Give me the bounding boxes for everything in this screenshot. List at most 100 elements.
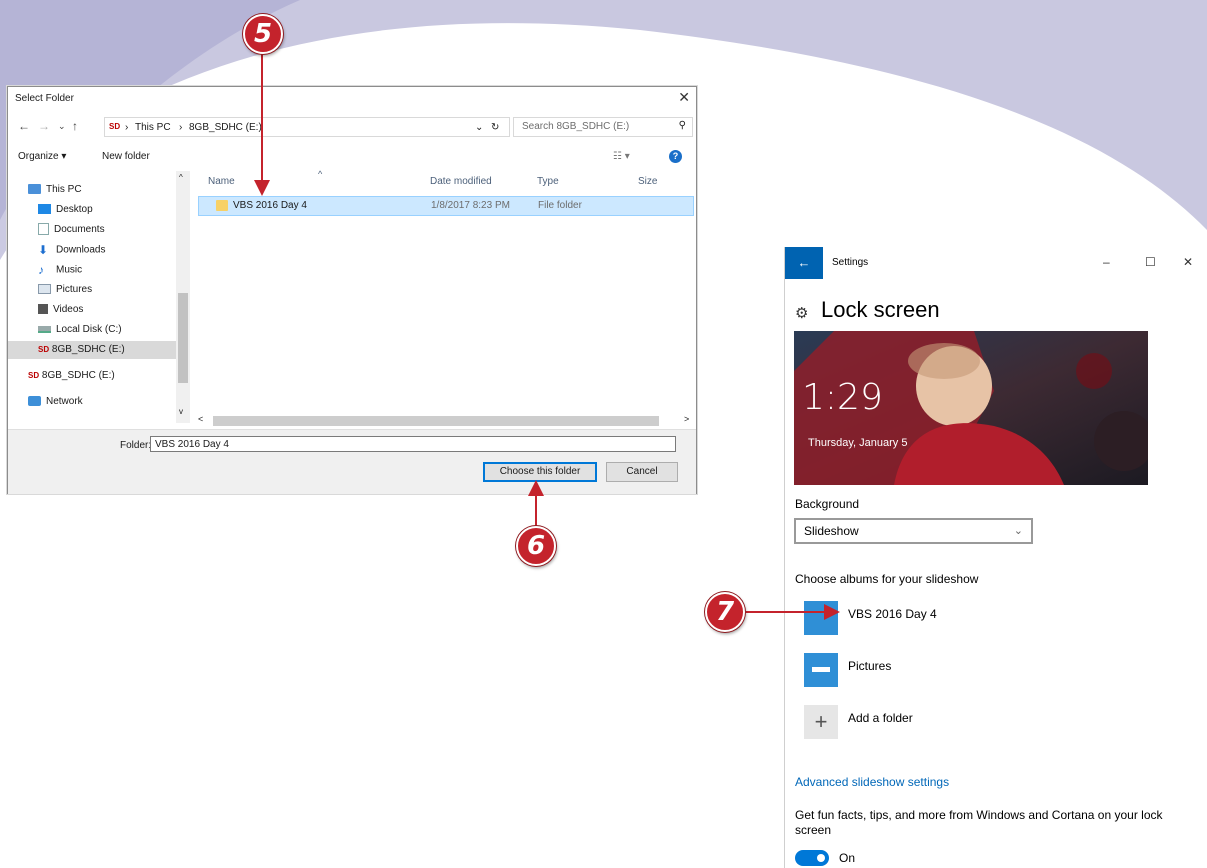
dialog-toolbar: Organize ▾ New folder ☷ ▾ ? — [8, 145, 696, 167]
album-name: Pictures — [848, 659, 892, 673]
maximize-button[interactable]: ☐ — [1145, 255, 1156, 269]
dialog-title: Select Folder — [15, 93, 74, 104]
help-icon[interactable]: ? — [669, 150, 682, 163]
downloads-icon: ⬇ — [38, 243, 49, 257]
view-options-icon[interactable]: ☷ ▾ — [613, 151, 630, 162]
nav-item-videos[interactable]: Videos — [38, 301, 188, 319]
computer-icon — [28, 184, 41, 195]
scrollbar-thumb[interactable] — [178, 293, 188, 383]
pictures-folder-icon — [804, 653, 838, 687]
refresh-icon[interactable]: ↻ — [491, 122, 499, 133]
navigation-pane: This PC Desktop Documents ⬇ Downloads ♪ Mu… — [8, 171, 190, 423]
search-placeholder: Search 8GB_SDHC (E:) — [522, 121, 630, 132]
fun-facts-toggle[interactable] — [795, 850, 829, 866]
cancel-button[interactable]: Cancel — [606, 462, 678, 482]
column-name[interactable]: Name — [208, 176, 235, 187]
nav-item-desktop[interactable]: Desktop — [38, 201, 188, 219]
up-arrow-icon[interactable]: ↑ — [72, 119, 78, 133]
local-disk-icon — [38, 325, 51, 333]
breadcrumb-separator: › — [125, 122, 129, 133]
back-arrow-icon[interactable]: ← — [18, 119, 30, 133]
nav-item-sd-card-selected[interactable]: SD 8GB_SDHC (E:) — [8, 341, 176, 359]
dialog-close-button[interactable]: ✕ — [678, 89, 690, 106]
nav-item-sd-card[interactable]: SD 8GB_SDHC (E:) — [28, 367, 178, 385]
folder-name-input[interactable]: VBS 2016 Day 4 — [150, 436, 676, 452]
sd-card-icon: SD — [28, 370, 40, 380]
file-list-hscrollbar[interactable]: < > — [190, 414, 694, 428]
lock-screen-date: Thursday, January 5 — [808, 437, 908, 449]
gear-icon: ⚙ — [795, 305, 809, 322]
dialog-footer: Folder: VBS 2016 Day 4 Choose this folde… — [8, 429, 696, 494]
settings-window: ← Settings – ☐ ✕ ⚙ Lock screen 1:29 Thur — [784, 247, 1207, 868]
table-row[interactable]: VBS 2016 Day 4 1/8/2017 8:23 PM File fol… — [198, 196, 694, 216]
breadcrumb-this-pc[interactable]: This PC — [135, 122, 171, 133]
callout-step-6: 6 — [516, 526, 556, 566]
page-title: Lock screen — [821, 297, 940, 322]
search-input[interactable]: Search 8GB_SDHC (E:) ⚲ — [513, 117, 693, 137]
column-date-modified[interactable]: Date modified — [430, 176, 492, 187]
scroll-up-icon[interactable]: ^ — [179, 173, 183, 182]
nav-item-this-pc[interactable]: This PC — [28, 181, 178, 199]
choose-this-folder-button[interactable]: Choose this folder — [483, 462, 597, 482]
chevron-down-icon: ⌄ — [1013, 525, 1023, 537]
breadcrumb-drive[interactable]: 8GB_SDHC (E:) — [189, 122, 262, 133]
forward-arrow-icon[interactable]: → — [38, 119, 50, 133]
lock-screen-preview: 1:29 Thursday, January 5 — [794, 331, 1148, 485]
minimize-button[interactable]: – — [1103, 255, 1110, 269]
toggle-state-label: On — [839, 851, 856, 865]
hscroll-thumb[interactable] — [213, 416, 659, 426]
desktop-icon — [38, 204, 51, 215]
scroll-left-icon[interactable]: < — [198, 414, 203, 424]
callout-step-7: 7 — [705, 592, 745, 632]
new-folder-button[interactable]: New folder — [102, 151, 150, 162]
row-name: VBS 2016 Day 4 — [233, 200, 307, 211]
column-type[interactable]: Type — [537, 176, 559, 187]
background-label: Background — [795, 497, 860, 511]
row-type: File folder — [538, 200, 582, 211]
settings-close-button[interactable]: ✕ — [1183, 255, 1193, 269]
scroll-down-icon[interactable]: v — [179, 407, 183, 416]
scroll-right-icon[interactable]: > — [684, 414, 689, 424]
file-list-header: Name ^ Date modified Type Size — [198, 169, 696, 191]
organize-button[interactable]: Organize ▾ — [18, 151, 66, 162]
network-icon — [28, 396, 41, 407]
sd-card-icon: SD — [38, 344, 50, 354]
address-dropdown-chevron-icon[interactable]: ⌄ — [475, 122, 483, 133]
recent-locations-chevron-icon[interactable]: ⌄ — [58, 121, 66, 132]
back-button[interactable]: ← — [785, 247, 823, 279]
background-select[interactable]: Slideshow ⌄ — [794, 518, 1033, 544]
videos-icon — [38, 304, 48, 315]
advanced-slideshow-settings-link[interactable]: Advanced slideshow settings — [795, 775, 949, 789]
column-size[interactable]: Size — [638, 176, 657, 187]
sd-card-icon: SD — [109, 121, 121, 131]
folder-label: Folder: — [120, 440, 152, 451]
nav-item-downloads[interactable]: ⬇ Downloads — [38, 241, 188, 259]
row-date: 1/8/2017 8:23 PM — [431, 200, 510, 211]
nav-item-documents[interactable]: Documents — [38, 221, 188, 239]
nav-pane-scrollbar[interactable]: ^ v — [176, 171, 190, 423]
sort-indicator-icon: ^ — [318, 169, 323, 179]
settings-window-title: Settings — [832, 257, 869, 268]
add-icon: + — [804, 705, 838, 739]
albums-label: Choose albums for your slideshow — [795, 572, 979, 586]
lock-screen-time: 1:29 — [802, 377, 883, 418]
add-folder-label: Add a folder — [848, 711, 913, 725]
address-bar[interactable]: SD › This PC › 8GB_SDHC (E:) ⌄ ↻ — [104, 117, 510, 137]
callout-step-5: 5 — [243, 14, 283, 54]
album-name: VBS 2016 Day 4 — [848, 607, 937, 621]
pictures-icon — [38, 284, 51, 295]
breadcrumb-separator: › — [179, 122, 183, 133]
background-select-value: Slideshow — [804, 524, 859, 538]
nav-item-music[interactable]: ♪ Music — [38, 261, 188, 279]
documents-icon — [38, 223, 49, 236]
nav-item-local-disk[interactable]: Local Disk (C:) — [38, 321, 188, 339]
fun-facts-description: Get fun facts, tips, and more from Windo… — [795, 808, 1163, 837]
address-row: ← → ⌄ ↑ SD › This PC › 8GB_SDHC (E:) ⌄ ↻… — [8, 115, 696, 139]
select-folder-dialog: Select Folder ✕ ← → ⌄ ↑ SD › This PC › 8… — [7, 86, 697, 494]
nav-item-pictures[interactable]: Pictures — [38, 281, 188, 299]
settings-titlebar: ← Settings – ☐ ✕ — [785, 247, 1207, 279]
music-icon: ♪ — [38, 263, 44, 277]
album-folder-icon — [804, 601, 838, 635]
nav-item-network[interactable]: Network — [28, 393, 178, 411]
folder-icon — [216, 200, 228, 211]
